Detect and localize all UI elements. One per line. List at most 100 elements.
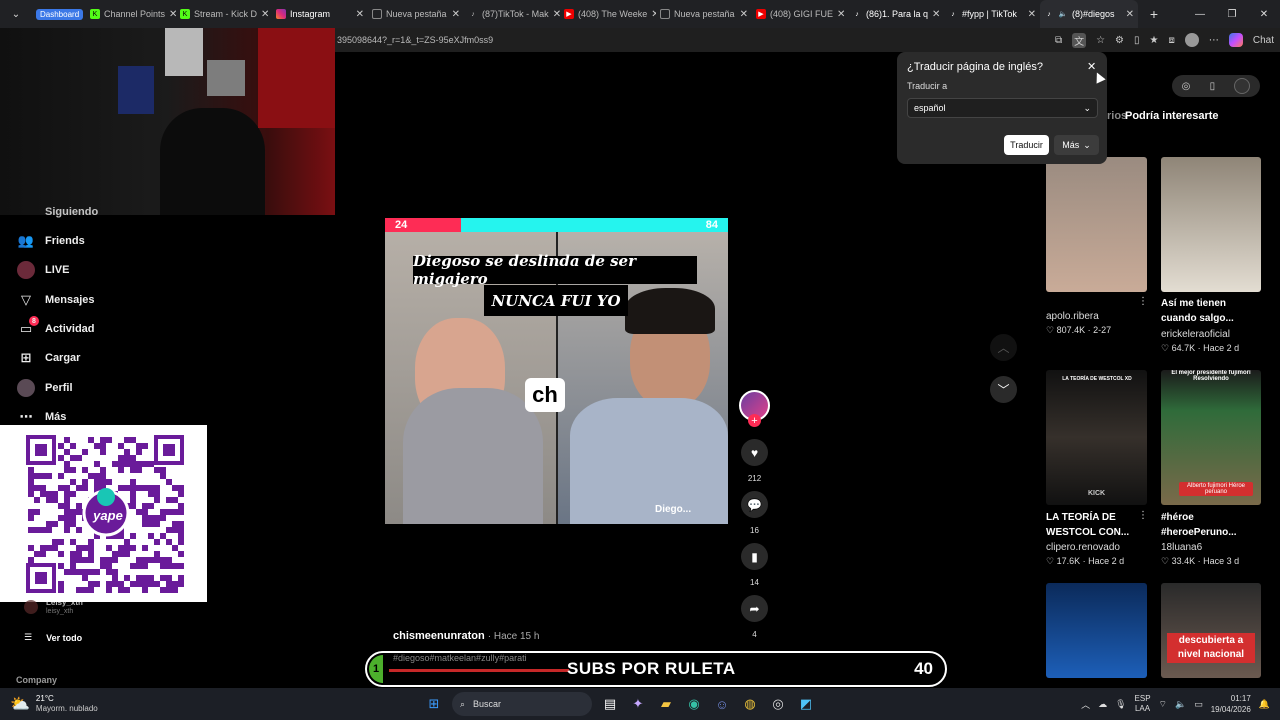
mic-icon[interactable]: 🎙 — [1115, 699, 1126, 710]
feed-thumbnail[interactable]: descubierta a nivel nacional — [1161, 583, 1261, 678]
feed-title[interactable]: LA TEORÍA DE WESTCOL CON... — [1046, 510, 1136, 540]
feed-title[interactable]: Así me tienen cuando salgo... — [1161, 296, 1251, 326]
sidebar-item-profile[interactable]: Perfil — [17, 379, 73, 397]
tab-tiktok-diegoso[interactable]: ♪ 🔈 (8)#diegos ✕ — [1040, 0, 1138, 28]
bookmark-star-icon[interactable]: ☆ — [1096, 35, 1105, 46]
tab-new-tab[interactable]: Nueva pestaña ✕ — [368, 0, 464, 28]
author-name[interactable]: chismeenunraton — [393, 630, 485, 642]
weather-widget[interactable]: ⛅ 21°C Mayorm. nublado — [0, 694, 140, 714]
feed-author[interactable]: 18luana6 — [1161, 542, 1202, 553]
sidebar-item-more[interactable]: ⋯ Más — [17, 408, 67, 426]
more-options-icon[interactable]: ⋯ — [1209, 35, 1219, 46]
language-select[interactable]: español ⌄ — [907, 98, 1098, 118]
feed-author[interactable]: erickeleraoficial — [1161, 329, 1230, 340]
next-video-button[interactable]: ﹀ — [990, 376, 1017, 403]
previous-video-button[interactable]: ︿ — [990, 334, 1017, 361]
wifi-icon[interactable]: ⌔ — [1159, 699, 1167, 710]
sidebar-item-live[interactable]: LIVE — [17, 261, 69, 279]
battery-icon[interactable]: ▭ — [1194, 699, 1203, 710]
close-icon[interactable]: ✕ — [1126, 9, 1134, 20]
close-icon[interactable]: ✕ — [169, 9, 176, 20]
company-link[interactable]: Company — [16, 675, 57, 685]
tab-youtube-gigi[interactable]: ▶ (408) GIGI FUE ✕ — [752, 0, 848, 28]
feed-more-icon[interactable]: ⋮ — [1138, 510, 1148, 521]
compass-icon[interactable]: ◎ — [1182, 81, 1191, 92]
sidebar-item-friends[interactable]: 👥 Friends — [17, 232, 85, 250]
tab-tiktok-para[interactable]: ♪ (86)1. Para la q ✕ — [848, 0, 944, 28]
feed-tab-active[interactable]: Podría interesarte — [1125, 110, 1219, 122]
close-icon[interactable]: ✕ — [932, 9, 940, 20]
avatar[interactable] — [1234, 78, 1251, 94]
feed-thumbnail[interactable] — [1161, 157, 1261, 292]
windows-start-icon[interactable]: ⊞ — [422, 692, 446, 716]
close-icon[interactable]: ✕ — [1028, 9, 1036, 20]
close-icon[interactable]: ✕ — [452, 9, 460, 20]
window-close-icon[interactable]: ✕ — [1248, 9, 1280, 20]
minimize-icon[interactable]: — — [1184, 9, 1216, 20]
feed-title[interactable]: #héroe #heroePeruno... — [1161, 510, 1251, 540]
tab-search-chevron-icon[interactable]: ⌄ — [0, 9, 32, 20]
notifications-icon[interactable]: 🔔 — [1259, 699, 1270, 710]
open-in-app-icon[interactable]: ⧉ — [1055, 35, 1062, 46]
sidebar-item-messages[interactable]: ▽ Mensajes — [17, 291, 95, 309]
close-icon[interactable]: ✕ — [837, 9, 845, 20]
network-tray-icon[interactable]: ☁ — [1098, 699, 1107, 710]
more-button[interactable]: Más ⌄ — [1054, 135, 1099, 155]
maximize-icon[interactable]: ❐ — [1216, 9, 1248, 20]
save-button[interactable]: ▮ — [741, 543, 768, 570]
task-view-icon[interactable]: ▤ — [598, 692, 622, 716]
new-tab-button[interactable]: + — [1138, 6, 1170, 22]
comment-button[interactable]: 💬 — [741, 491, 768, 518]
app-icon[interactable]: ◍ — [738, 692, 762, 716]
copilot-icon[interactable] — [1228, 33, 1243, 47]
edge-icon[interactable]: ◉ — [682, 692, 706, 716]
close-icon[interactable]: ✕ — [261, 9, 269, 20]
see-all-link[interactable]: ☰ Ver todo — [24, 632, 82, 643]
chat-label[interactable]: Chat — [1253, 35, 1274, 46]
volume-icon[interactable]: 🔈 — [1175, 699, 1186, 710]
tab-channel-points[interactable]: K Channel Points ✕ — [86, 0, 176, 28]
translate-button[interactable]: Traducir — [1004, 135, 1049, 155]
tab-stream-kick[interactable]: K Stream - Kick D ✕ — [176, 0, 272, 28]
url-text[interactable]: 395098644?_r=1&_t=ZS-95eXJfm0ss9 — [335, 35, 493, 45]
sidebar-item-upload[interactable]: ⊞ Cargar — [17, 349, 81, 367]
feed-thumbnail[interactable]: El mejor presidente fujimori Resolviendo… — [1161, 370, 1261, 505]
following-user[interactable]: Leisy_xth leisy_xth — [24, 598, 83, 616]
feed-author[interactable]: clipero.renovado — [1046, 542, 1120, 553]
extensions-icon[interactable]: ⚙ — [1115, 35, 1124, 46]
file-explorer-icon[interactable]: ▰ — [654, 692, 678, 716]
tab-tiktok-mak[interactable]: ♪ (87)TikTok - Mak ✕ — [464, 0, 560, 28]
close-icon[interactable]: ✕ — [356, 9, 364, 20]
translate-icon[interactable]: 文 — [1072, 32, 1087, 48]
sidebar-item-following[interactable]: Siguiendo — [17, 205, 98, 219]
share-button[interactable]: ➦ — [741, 595, 768, 622]
tab-new-tab-2[interactable]: Nueva pestaña ✕ — [656, 0, 752, 28]
copilot-app-icon[interactable]: ✦ — [626, 692, 650, 716]
avatar[interactable] — [1184, 33, 1199, 47]
clock[interactable]: 01:17 19/04/2026 — [1211, 693, 1251, 715]
feed-author[interactable]: apolo.ribera — [1046, 311, 1099, 322]
feed-thumbnail[interactable]: LA TEORÍA DE WESTCOL XD KICK — [1046, 370, 1147, 505]
like-button[interactable]: ♥ — [741, 439, 768, 466]
collections-icon[interactable]: ⧈ — [1169, 35, 1175, 46]
speaker-icon[interactable]: 🔈 — [1058, 9, 1068, 19]
split-screen-icon[interactable]: ▯ — [1134, 35, 1140, 46]
tab-tiktok-fypp[interactable]: ♪ #fypp | TikTok ✕ — [944, 0, 1040, 28]
obs-icon[interactable]: ◎ — [766, 692, 790, 716]
address-bar[interactable]: 395098644?_r=1&_t=ZS-95eXJfm0ss9 ⧉ 文 ☆ ⚙… — [335, 28, 1280, 52]
close-icon[interactable]: ✕ — [740, 9, 748, 20]
close-icon[interactable]: ✕ — [553, 9, 560, 20]
phone-icon[interactable]: ▯ — [1210, 81, 1216, 92]
follow-plus-icon[interactable]: + — [748, 414, 761, 427]
favorites-icon[interactable]: ★ — [1150, 35, 1159, 46]
discord-icon[interactable]: ☺ — [710, 692, 734, 716]
app-icon[interactable]: ◩ — [794, 692, 818, 716]
tab-instagram[interactable]: Instagram ✕ — [272, 0, 368, 28]
close-icon[interactable]: ✕ — [1087, 60, 1096, 73]
feed-thumbnail[interactable] — [1046, 157, 1147, 292]
feed-thumbnail[interactable] — [1046, 583, 1147, 678]
tab-dashboard[interactable]: Dashboard — [32, 0, 86, 28]
language-indicator[interactable]: ESP LAA — [1135, 694, 1151, 714]
feed-more-icon[interactable]: ⋮ — [1138, 296, 1148, 307]
taskbar-search[interactable]: ⌕ Buscar — [452, 692, 592, 716]
